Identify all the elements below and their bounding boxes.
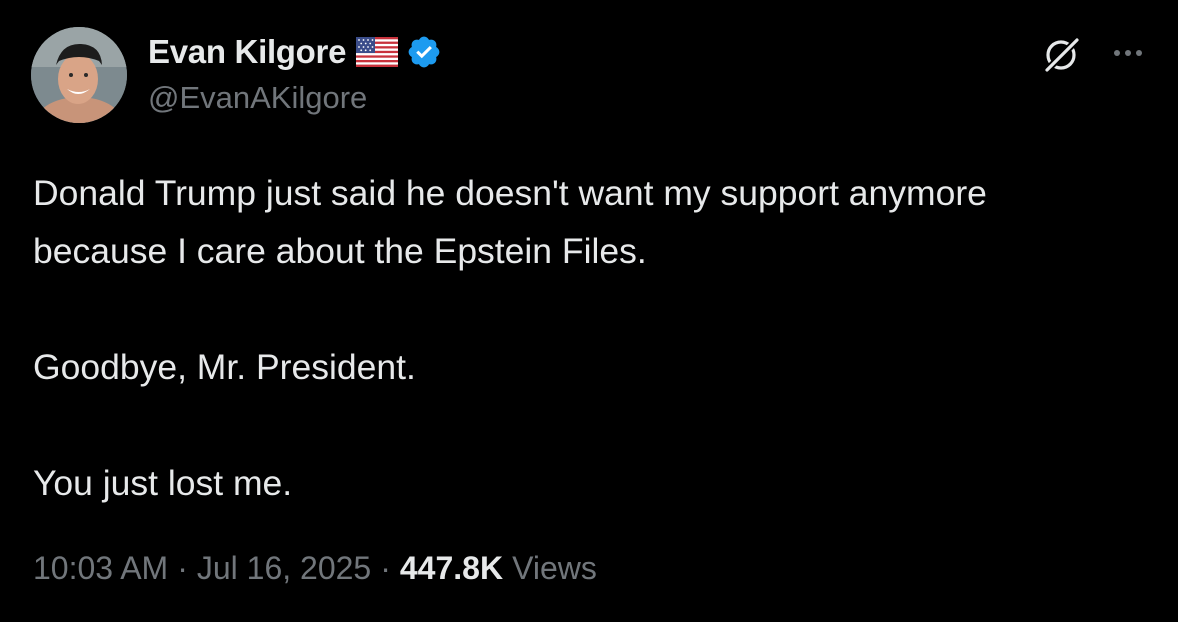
more-button[interactable] [1104, 38, 1152, 68]
tweet-line: Goodbye, Mr. President. [33, 347, 416, 387]
avatar[interactable] [31, 27, 127, 123]
meta-separator: · [380, 549, 391, 586]
grok-icon [1043, 36, 1081, 74]
tweet-line: because I care about the Epstein Files. [33, 231, 647, 271]
meta-separator: · [177, 549, 188, 586]
tweet-line: Donald Trump just said he doesn't want m… [33, 173, 987, 213]
views-label: Views [512, 549, 597, 586]
tweet-text: Donald Trump just said he doesn't want m… [33, 164, 1158, 512]
author-name-row: Evan Kilgore [148, 30, 442, 74]
us-flag-icon [356, 37, 399, 67]
grok-button[interactable] [1038, 30, 1086, 78]
tweet-date[interactable]: Jul 16, 2025 [197, 550, 371, 587]
more-icon [1114, 50, 1142, 56]
display-name[interactable]: Evan Kilgore [148, 33, 346, 71]
tweet-meta: 10:03 AM · Jul 16, 2025 · 447.8K Views [33, 545, 597, 591]
author-handle[interactable]: @EvanAKilgore [148, 80, 367, 116]
verified-badge-icon[interactable] [406, 34, 442, 70]
tweet-time[interactable]: 10:03 AM [33, 550, 168, 587]
tweet-line: You just lost me. [33, 463, 293, 503]
avatar-image [31, 27, 127, 123]
views-count[interactable]: 447.8K [400, 550, 503, 587]
